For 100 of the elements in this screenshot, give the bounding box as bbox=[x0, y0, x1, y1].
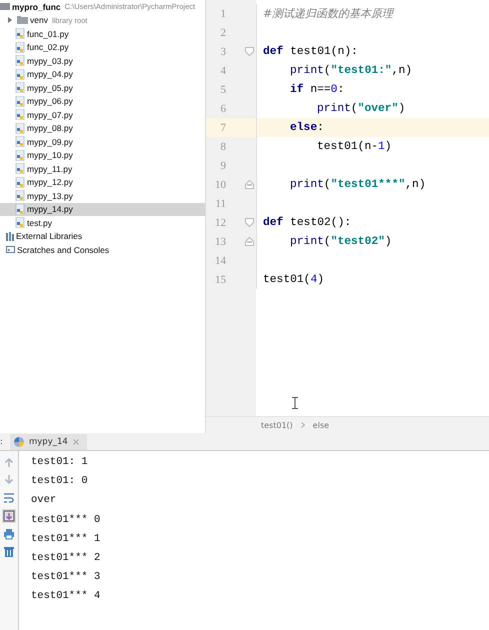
scroll-to-end-button[interactable] bbox=[2, 509, 16, 523]
item-label: mypro_func bbox=[12, 2, 61, 12]
line-number: 11 bbox=[214, 198, 226, 210]
tree-item[interactable]: mypy_10.py bbox=[0, 148, 205, 162]
code-line: if n==0: bbox=[289, 84, 344, 96]
breadcrumb[interactable]: else bbox=[312, 420, 330, 430]
line-number: 9 bbox=[220, 160, 226, 172]
python-file-icon bbox=[15, 122, 25, 134]
folder-icon bbox=[0, 2, 10, 12]
tree-item[interactable]: mypy_03.py bbox=[0, 54, 205, 68]
tree-item[interactable]: func_02.py bbox=[0, 40, 205, 54]
item-label: func_02.py bbox=[27, 42, 69, 52]
line-number: 3 bbox=[220, 46, 226, 58]
line-number: 15 bbox=[214, 274, 226, 286]
close-icon bbox=[72, 439, 79, 445]
line-number: 12 bbox=[214, 216, 226, 228]
item-label: mypy_12.py bbox=[27, 177, 73, 188]
tree-item[interactable]: mypy_08.py bbox=[0, 122, 205, 135]
python-file-icon bbox=[15, 68, 25, 80]
item-label: External Libraries bbox=[16, 231, 82, 242]
code-line: print("test02") bbox=[289, 236, 392, 248]
run-label: : bbox=[0, 437, 4, 446]
python-file-icon bbox=[15, 42, 25, 53]
code-line: def test02(): bbox=[262, 216, 352, 228]
line-number: 2 bbox=[220, 26, 226, 38]
python-file-icon bbox=[15, 82, 25, 94]
line-number: 5 bbox=[220, 84, 226, 96]
line-number: 13 bbox=[214, 236, 226, 248]
item-label: mypy_10.py bbox=[27, 150, 73, 160]
item-label: mypy_09.py bbox=[27, 136, 73, 147]
trash-button[interactable] bbox=[2, 545, 16, 559]
console-output-line: test01*** 1 bbox=[31, 532, 100, 547]
line-number: 7 bbox=[220, 122, 226, 134]
python-file-icon bbox=[15, 176, 25, 188]
code-line: print("test01***",n) bbox=[289, 178, 426, 190]
item-label: mypy_14.py bbox=[27, 204, 73, 214]
item-label: mypy_07.py bbox=[27, 110, 73, 120]
item-label: mypy_06.py bbox=[27, 96, 73, 106]
python-file-icon bbox=[15, 150, 25, 161]
line-number: 6 bbox=[220, 102, 226, 114]
item-label: mypy_13.py bbox=[27, 190, 73, 201]
tree-item[interactable]: mypy_12.py bbox=[0, 176, 205, 189]
run-tab[interactable]: mypy_14 bbox=[10, 434, 87, 450]
console-output-line: test01: 0 bbox=[31, 474, 89, 490]
code-line: test01(4) bbox=[262, 274, 324, 286]
tree-item[interactable]: Scratches and Consoles bbox=[0, 243, 205, 256]
tree-item[interactable]: test.py bbox=[0, 216, 205, 230]
tree-item[interactable]: mypy_14.py bbox=[0, 202, 205, 216]
tree-item[interactable]: mypy_04.py bbox=[0, 68, 205, 81]
code-line: #测试递归函数的基本原理 bbox=[262, 6, 394, 21]
tree-item[interactable]: mypy_09.py bbox=[0, 135, 205, 148]
text-cursor-icon bbox=[292, 397, 298, 409]
item-label: mypy_08.py bbox=[27, 123, 73, 134]
python-file-icon bbox=[15, 136, 25, 148]
python-icon bbox=[14, 437, 24, 447]
python-file-icon bbox=[15, 109, 25, 120]
trash-icon bbox=[3, 546, 15, 558]
console-output-line: test01*** 4 bbox=[31, 589, 100, 604]
printer-button[interactable] bbox=[2, 527, 16, 541]
line-number: 4 bbox=[220, 64, 226, 76]
console-output-line: test01*** 3 bbox=[31, 570, 100, 586]
item-label: Scratches and Consoles bbox=[17, 244, 110, 255]
item-label: mypy_11.py bbox=[27, 164, 72, 174]
folder-icon bbox=[17, 16, 28, 25]
line-number: 8 bbox=[220, 140, 226, 152]
code-line: test01(n-1) bbox=[316, 140, 392, 152]
python-file-icon bbox=[15, 163, 25, 174]
console-output-line: test01*** 0 bbox=[31, 512, 100, 528]
tree-item[interactable]: func_01.py bbox=[0, 27, 205, 40]
item-label: test.py bbox=[27, 218, 52, 228]
soft-wrap-icon bbox=[3, 492, 15, 504]
printer-icon bbox=[3, 528, 15, 540]
chevron-icon bbox=[300, 422, 305, 428]
code-line: print("over") bbox=[316, 102, 406, 114]
python-file-icon bbox=[15, 204, 25, 215]
line-number: 1 bbox=[220, 8, 226, 20]
code-line: def test01(n): bbox=[262, 46, 358, 58]
item-label: mypy_05.py bbox=[27, 82, 73, 93]
console-output-line: test01*** 2 bbox=[31, 550, 100, 566]
item-label: mypy_04.py bbox=[27, 69, 73, 80]
python-file-icon bbox=[15, 190, 25, 202]
tree-item[interactable]: mypy_11.py bbox=[0, 162, 205, 176]
console-output-line: test01: 1 bbox=[31, 455, 89, 470]
item-label: func_01.py bbox=[27, 28, 69, 39]
tree-item[interactable]: External Libraries bbox=[0, 230, 205, 243]
breadcrumb[interactable]: test01() bbox=[261, 420, 293, 430]
tree-item[interactable]: mypy_13.py bbox=[0, 189, 205, 202]
scroll-to-end-icon bbox=[3, 510, 15, 522]
soft-wrap-button[interactable] bbox=[2, 491, 16, 505]
tree-item[interactable]: mypy_07.py bbox=[0, 108, 205, 122]
console-icon bbox=[6, 245, 15, 254]
item-label: mypy_03.py bbox=[27, 56, 73, 66]
line-number: 14 bbox=[214, 254, 226, 266]
python-file-icon bbox=[15, 96, 25, 107]
tree-item[interactable]: mypy_06.py bbox=[0, 94, 205, 108]
python-file-icon bbox=[15, 217, 25, 228]
library-icon bbox=[6, 232, 14, 241]
tree-item[interactable]: mypy_05.py bbox=[0, 81, 205, 94]
item-label: venv bbox=[30, 15, 48, 26]
python-file-icon bbox=[15, 28, 25, 40]
